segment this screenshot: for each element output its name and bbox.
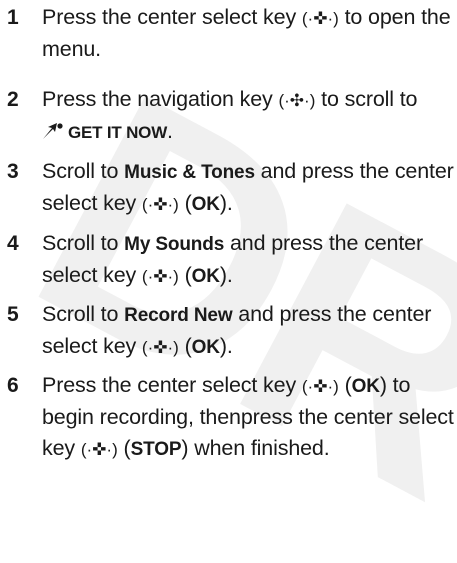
navigation-key-icon: (·✣·)	[278, 91, 316, 110]
step-text: Press the center select key (·✜·) to ope…	[42, 5, 451, 61]
step-text: Press the navigation key (·✣·) to scroll…	[42, 84, 454, 149]
step-number: 1	[7, 6, 19, 29]
menu-label: My Sounds	[124, 234, 225, 255]
get-it-now-label: GET IT NOW	[68, 123, 168, 142]
step-number: 2	[7, 88, 19, 111]
softkey-label: OK	[191, 266, 220, 287]
step-number: 3	[7, 160, 19, 183]
get-it-now-icon	[42, 118, 64, 149]
softkey-label: OK	[351, 376, 380, 397]
center-select-key-icon: (·✜·)	[141, 195, 179, 214]
step-text: Press the center select key (·✜·) (OK) t…	[42, 370, 454, 465]
softkey-label: STOP	[130, 439, 182, 460]
step-number: 6	[7, 374, 19, 397]
center-select-key-icon: (·✜·)	[80, 440, 118, 459]
center-select-key-icon: (·✜·)	[141, 338, 179, 357]
step-number: 5	[7, 303, 19, 326]
menu-label: Music & Tones	[124, 162, 255, 183]
step-text: Scroll to Record New and press the cente…	[42, 299, 454, 363]
step-text: Scroll to Music & Tones and press the ce…	[42, 156, 454, 220]
step-number: 4	[7, 232, 19, 255]
center-select-key-icon: (·✜·)	[141, 267, 179, 286]
center-select-key-icon: (·✜·)	[301, 9, 339, 28]
step-text: Scroll to My Sounds and press the center…	[42, 228, 454, 292]
center-select-key-icon: (·✜·)	[301, 377, 339, 396]
softkey-label: OK	[191, 337, 220, 358]
menu-label: Record New	[124, 305, 233, 326]
softkey-label: OK	[191, 194, 220, 215]
